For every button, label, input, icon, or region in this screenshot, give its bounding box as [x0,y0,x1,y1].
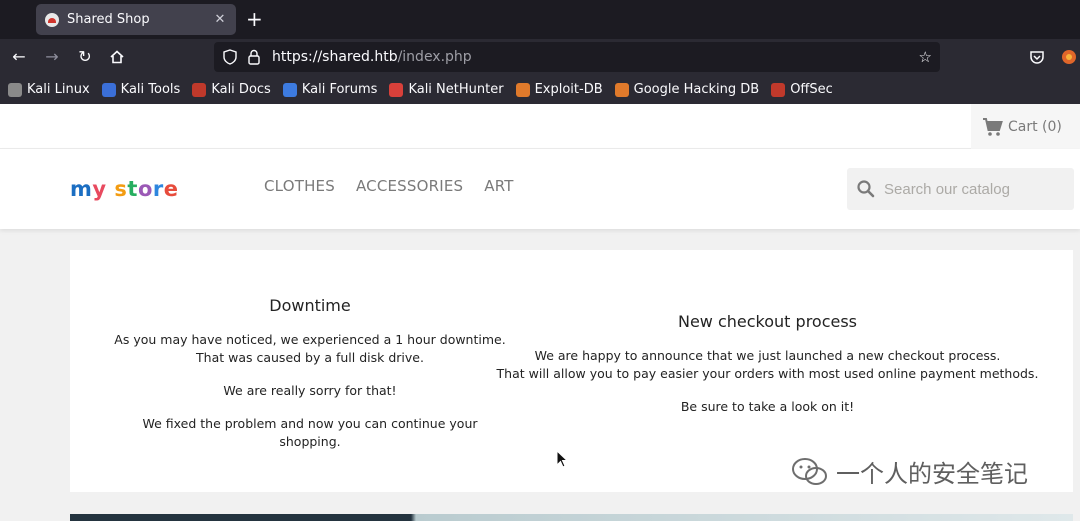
bookmark-offsec[interactable]: OffSec [771,82,833,97]
extension-icon[interactable] [1060,48,1078,66]
bookmark-kali-tools[interactable]: Kali Tools [101,82,180,97]
checkout-notice: New checkout process We are happy to ann… [495,312,1040,416]
downtime-title: Downtime [269,296,351,315]
downtime-paragraph: We are really sorry for that! [223,383,397,398]
wechat-icon [790,456,830,488]
kali-docs-icon [192,82,207,97]
kali-dragon-icon [8,82,22,97]
search-icon[interactable] [856,179,876,199]
checkout-paragraph: We are happy to announce that we just la… [496,348,1039,381]
site-favicon-icon [45,12,59,27]
bookmark-kali-forums[interactable]: Kali Forums [282,82,377,97]
back-arrow-icon[interactable]: ← [7,45,31,69]
menu-item-accessories[interactable]: ACCESSORIES [356,177,463,195]
bookmark-star-icon[interactable]: ☆ [919,48,932,66]
exploit-db-icon [515,82,530,97]
menu-item-clothes[interactable]: CLOTHES [264,177,335,195]
url-text[interactable]: https://shared.htb/index.php [272,49,472,65]
nethunter-icon [389,82,404,97]
browser-tab[interactable]: Shared Shop ✕ [36,4,236,35]
kali-forums-icon [282,82,297,97]
kali-tools-icon [101,82,116,97]
home-icon[interactable] [105,45,129,69]
close-tab-icon[interactable]: ✕ [210,12,230,27]
checkout-paragraph: Be sure to take a look on it! [680,399,855,414]
main-menu: CLOTHES ACCESSORIES ART [264,177,535,195]
cart-button[interactable]: Cart (0) [971,104,1080,149]
cart-label: Cart (0) [1008,118,1062,135]
ghdb-icon [614,82,629,97]
watermark-text: 一个人的安全笔记 [836,460,1028,488]
bookmarks-bar: Kali Linux Kali Tools Kali Docs Kali For… [0,75,1080,104]
search-input[interactable] [884,180,1064,198]
page-viewport: Cart (0) my store CLOTHES ACCESSORIES AR… [0,104,1080,521]
forward-arrow-icon[interactable]: → [40,45,64,69]
menu-item-art[interactable]: ART [484,177,513,195]
store-header: my store CLOTHES ACCESSORIES ART [0,149,1080,229]
bookmark-kali-nethunter[interactable]: Kali NetHunter [389,82,504,97]
browser-nav-bar: ← → ↻ https://shared.htb/index.php ☆ [0,39,1080,75]
offsec-icon [771,82,786,97]
tab-title: Shared Shop [67,12,150,27]
hero-banner [70,514,1073,521]
shield-icon[interactable] [222,49,238,65]
bookmark-kali-linux[interactable]: Kali Linux [8,82,90,97]
new-tab-button[interactable]: + [246,7,263,31]
search-box [847,168,1074,210]
reload-icon[interactable]: ↻ [73,45,97,69]
downtime-paragraph: As you may have noticed, we experienced … [114,332,506,365]
browser-tab-bar: Shared Shop ✕ + [0,0,1080,39]
header-nav-strip: Cart (0) [0,104,1080,149]
bookmark-exploit-db[interactable]: Exploit-DB [515,82,603,97]
downtime-paragraph: We fixed the problem and now you can con… [142,416,478,449]
bookmark-google-hacking-db[interactable]: Google Hacking DB [614,82,759,97]
store-logo[interactable]: my store [70,177,179,201]
checkout-title: New checkout process [677,312,858,331]
watermark: 一个人的安全笔记 [790,454,1028,489]
url-bar[interactable]: https://shared.htb/index.php ☆ [214,42,940,72]
lock-icon[interactable] [246,49,262,65]
shopping-cart-icon [982,117,1004,137]
pocket-icon[interactable] [1028,48,1046,66]
downtime-notice: Downtime As you may have noticed, we exp… [110,296,510,451]
bookmark-kali-docs[interactable]: Kali Docs [192,82,271,97]
mouse-cursor-icon [556,449,569,468]
